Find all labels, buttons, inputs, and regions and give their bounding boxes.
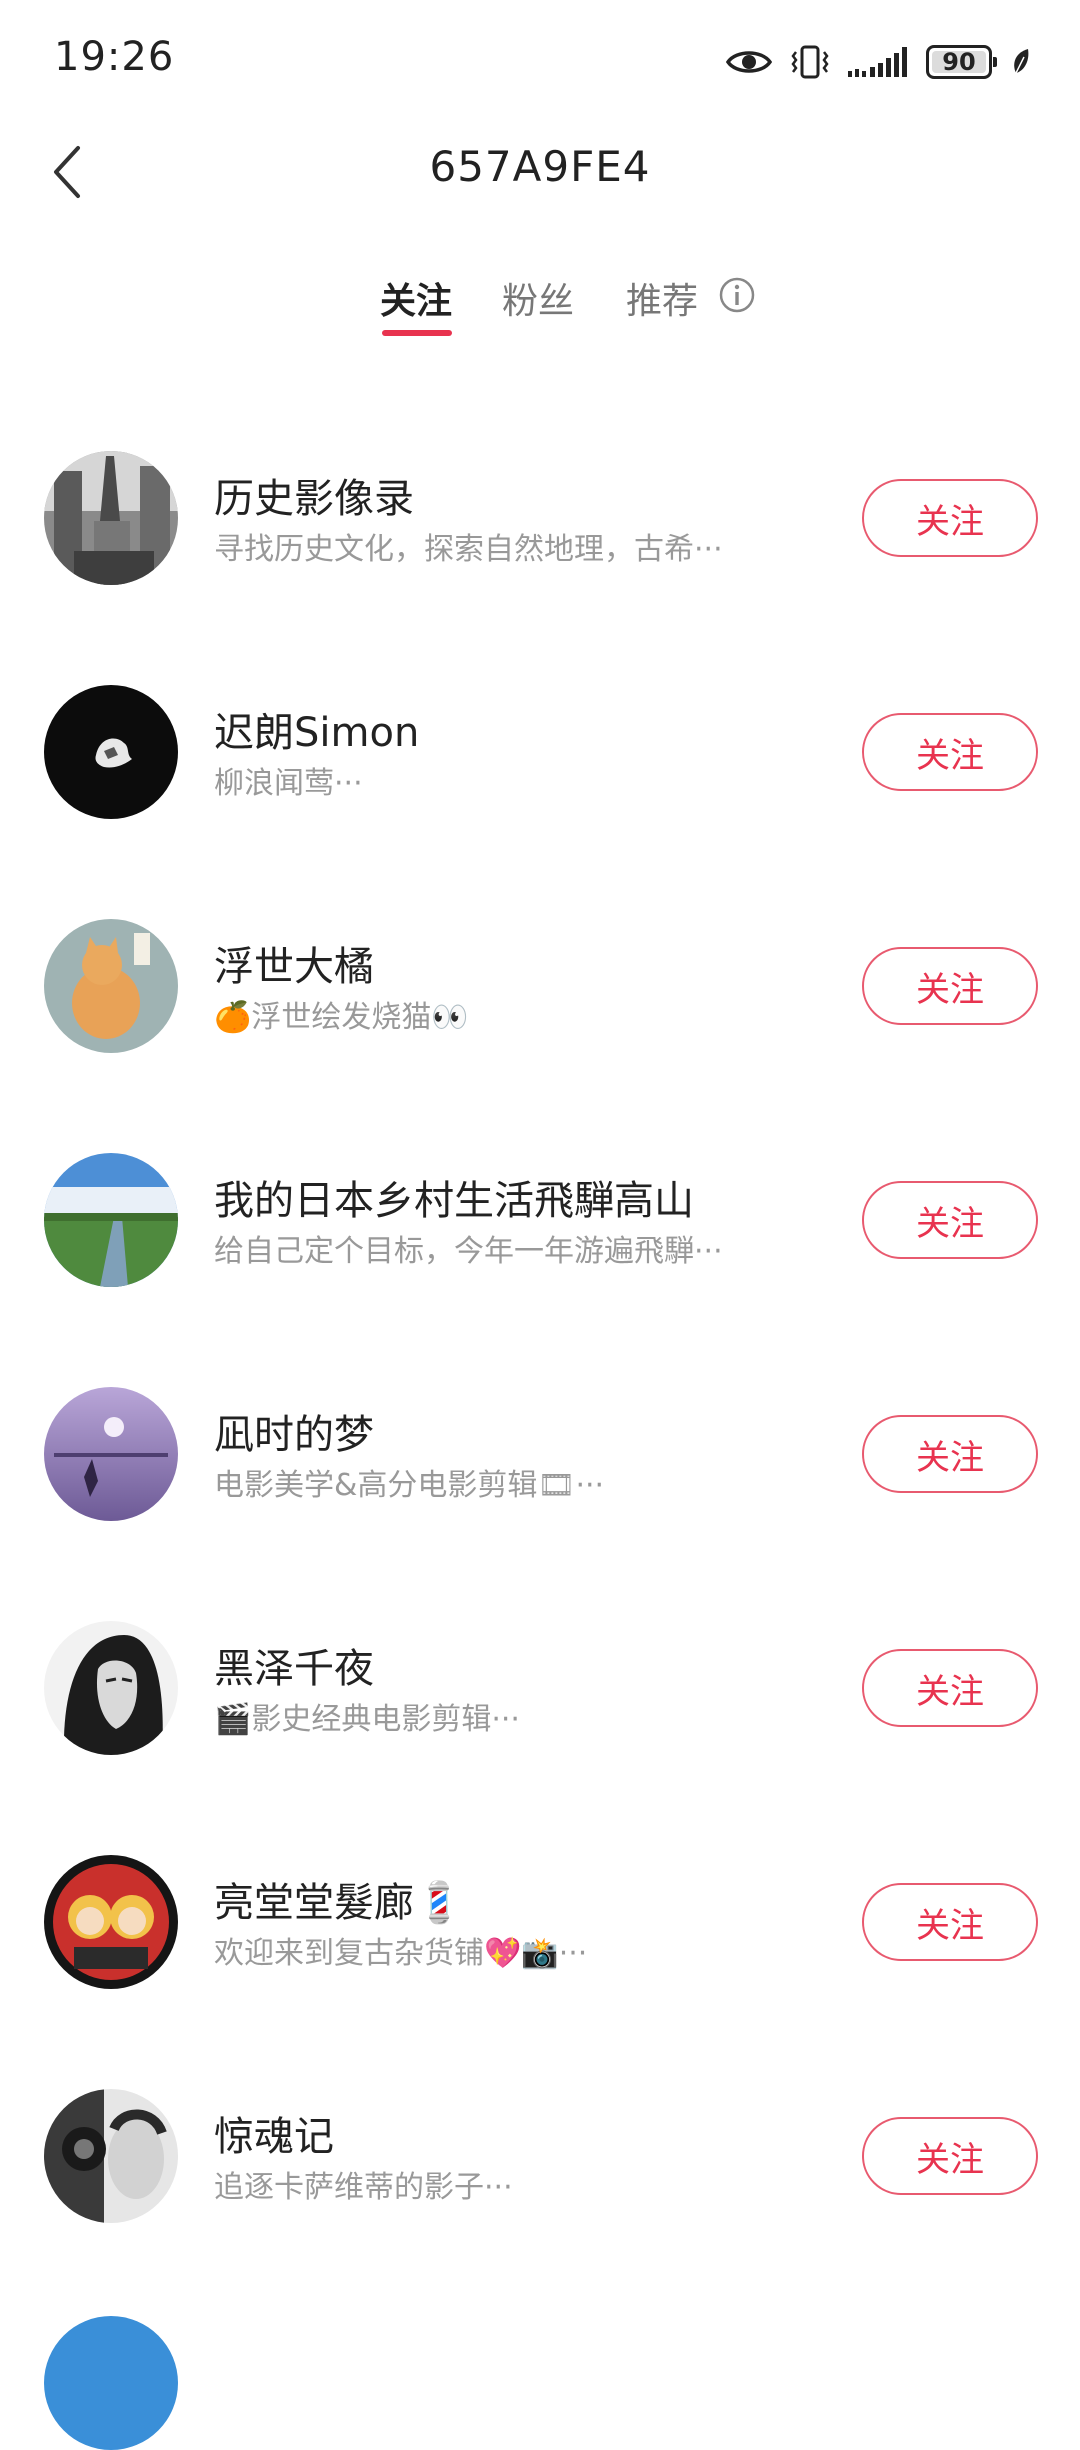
follow-button[interactable]: 关注 (862, 1649, 1038, 1727)
follow-button[interactable]: 关注 (862, 1181, 1038, 1259)
eye-icon (726, 47, 772, 77)
avatar[interactable] (44, 1855, 178, 1989)
list-item[interactable]: 我的日本乡村生活飛騨高山 给自己定个目标，今年一年游遍飛騨··· 关注 (0, 1122, 1080, 1356)
user-description: 🍊浮世绘发烧猫👀 (214, 1000, 469, 1035)
user-description: 追逐卡萨维蒂的影子··· (214, 2170, 513, 2205)
tab-fans[interactable]: 粉丝 (502, 272, 574, 324)
status-time: 19:26 (54, 34, 175, 80)
user-description: 🎬影史经典电影剪辑··· (214, 1702, 520, 1737)
battery-icon: 90 (926, 45, 997, 79)
avatar[interactable] (44, 2089, 178, 2223)
avatar[interactable] (44, 1153, 178, 1287)
list-item[interactable]: 浮世大橘 🍊浮世绘发烧猫👀 关注 (0, 888, 1080, 1122)
user-description: 寻找历史文化，探索自然地理，古希··· (214, 532, 723, 567)
user-name: 迟朗Simon (214, 710, 420, 756)
list-item[interactable]: 惊魂记 追逐卡萨维蒂的影子··· 关注 (0, 2058, 1080, 2292)
avatar[interactable] (44, 919, 178, 1053)
avatar[interactable] (44, 1621, 178, 1755)
leaf-icon (1010, 47, 1032, 77)
follow-button[interactable]: 关注 (862, 947, 1038, 1025)
tab-bar: 关注 粉丝 推荐 (0, 258, 1080, 348)
avatar[interactable] (44, 451, 178, 585)
user-description: 欢迎来到复古杂货铺💖📸··· (214, 1936, 588, 1971)
user-name: 我的日本乡村生活飛騨高山 (214, 1178, 694, 1224)
battery-level: 90 (942, 48, 976, 76)
user-name: 黑泽千夜 (214, 1646, 374, 1692)
follow-button[interactable]: 关注 (862, 1415, 1038, 1493)
follow-button[interactable]: 关注 (862, 1883, 1038, 1961)
tab-following[interactable]: 关注 (380, 272, 452, 324)
tab-recommend[interactable]: 推荐 (626, 272, 698, 324)
list-item[interactable]: 亮堂堂髮廊💈 欢迎来到复古杂货铺💖📸··· 关注 (0, 1824, 1080, 2058)
follow-button[interactable]: 关注 (862, 713, 1038, 791)
avatar[interactable] (44, 685, 178, 819)
list-item[interactable]: 迟朗Simon 柳浪闻莺··· 关注 (0, 654, 1080, 888)
user-name: 历史影像录 (214, 476, 414, 522)
user-name: 惊魂记 (214, 2114, 334, 2160)
follow-button[interactable]: 关注 (862, 479, 1038, 557)
vibrate-icon (790, 44, 830, 80)
user-description: 柳浪闻莺··· (214, 766, 363, 801)
user-description: 电影美学&高分电影剪辑🎞··· (214, 1468, 605, 1503)
avatar[interactable] (44, 2316, 178, 2450)
list-item[interactable]: 历史影像录 寻找历史文化，探索自然地理，古希··· 关注 (0, 420, 1080, 654)
header: 657A9FE4 (0, 120, 1080, 224)
page-title: 657A9FE4 (429, 142, 651, 191)
status-bar: 19:26 90 (0, 0, 1080, 120)
avatar[interactable] (44, 1387, 178, 1521)
user-name: 亮堂堂髮廊💈 (214, 1880, 464, 1926)
user-name: 凪时的梦 (214, 1412, 374, 1458)
following-list: 历史影像录 寻找历史文化，探索自然地理，古希··· 关注 迟朗Simon 柳浪闻… (0, 420, 1080, 2292)
info-icon[interactable] (718, 276, 756, 314)
signal-icon (848, 45, 908, 79)
follow-button[interactable]: 关注 (862, 2117, 1038, 2195)
status-icons: 90 (726, 38, 1032, 86)
user-description: 给自己定个目标，今年一年游遍飛騨··· (214, 1234, 723, 1269)
active-tab-indicator (382, 330, 452, 336)
list-item[interactable]: 凪时的梦 电影美学&高分电影剪辑🎞··· 关注 (0, 1356, 1080, 1590)
user-name: 浮世大橘 (214, 944, 374, 990)
list-item[interactable]: 黑泽千夜 🎬影史经典电影剪辑··· 关注 (0, 1590, 1080, 1824)
